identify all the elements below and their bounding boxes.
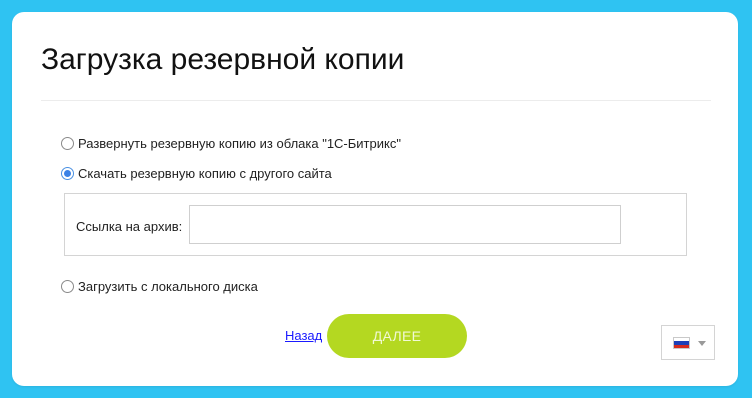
back-link[interactable]: Назад bbox=[285, 328, 322, 343]
option-remote[interactable]: Скачать резервную копию с другого сайта bbox=[61, 166, 332, 181]
chevron-down-icon bbox=[698, 341, 706, 346]
cloud-radio[interactable] bbox=[61, 137, 74, 150]
option-cloud-label: Развернуть резервную копию из облака "1С… bbox=[78, 136, 401, 151]
option-remote-label: Скачать резервную копию с другого сайта bbox=[78, 166, 332, 181]
archive-url-panel: Ссылка на архив: bbox=[64, 193, 687, 256]
archive-url-input[interactable] bbox=[189, 205, 621, 244]
remote-radio[interactable] bbox=[61, 167, 74, 180]
option-cloud[interactable]: Развернуть резервную копию из облака "1С… bbox=[61, 136, 401, 151]
option-local[interactable]: Загрузить с локального диска bbox=[61, 279, 258, 294]
local-radio[interactable] bbox=[61, 280, 74, 293]
title-divider bbox=[41, 100, 711, 101]
backup-restore-card: Загрузка резервной копии Развернуть резе… bbox=[12, 12, 738, 386]
archive-url-label: Ссылка на архив: bbox=[76, 219, 183, 234]
next-button[interactable]: ДАЛЕЕ bbox=[327, 314, 467, 358]
language-selector[interactable] bbox=[661, 325, 715, 360]
page-title: Загрузка резервной копии bbox=[41, 43, 405, 76]
russian-flag-icon bbox=[673, 337, 690, 349]
option-local-label: Загрузить с локального диска bbox=[78, 279, 258, 294]
